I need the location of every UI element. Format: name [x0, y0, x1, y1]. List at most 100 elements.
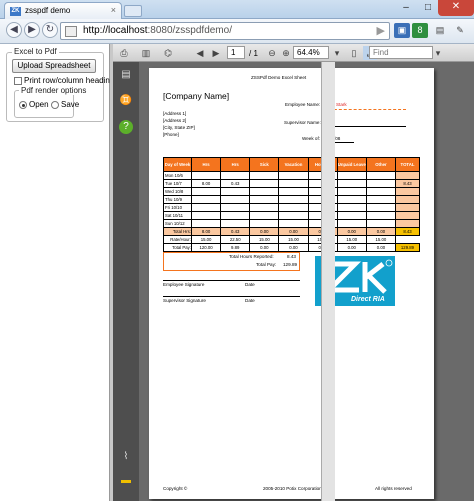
- next-page-icon[interactable]: ▶: [209, 46, 223, 60]
- pages-icon[interactable]: ▤: [119, 68, 133, 82]
- go-arrow-icon[interactable]: ▶: [377, 24, 385, 37]
- doc-title: ZSSPdf Demo Excel Sheet: [251, 75, 307, 80]
- col-header: TOTAL: [395, 157, 420, 172]
- pdf-viewer[interactable]: ZSSPdf Demo Excel Sheet [Company Name] […: [139, 62, 474, 501]
- logo-text: Direct RIA: [351, 296, 385, 303]
- total-pay-cell: 0.00: [365, 243, 397, 252]
- rate-row: Rate/Hour: 15.00 22.50 15.00 15.00 15.00…: [163, 235, 420, 244]
- total-hrs-cell: 0.00: [336, 227, 367, 236]
- help-icon[interactable]: ?: [119, 120, 133, 134]
- hours-cell: [336, 219, 367, 228]
- total-pay-grand: 129.89: [395, 243, 420, 252]
- hours-cell: [365, 203, 397, 212]
- supervisor-sign-line: [163, 296, 300, 297]
- hours-cell: [278, 195, 309, 204]
- summary-pay-label: Total Pay:: [256, 262, 277, 267]
- supervisor-date-label: Date: [245, 298, 255, 303]
- hours-cell: [220, 211, 251, 220]
- col-header: Sick: [249, 157, 280, 172]
- zoom-in-icon[interactable]: ⊕: [279, 46, 293, 60]
- open-radio[interactable]: [19, 101, 27, 109]
- window-close-button[interactable]: ✕: [438, 0, 474, 16]
- save-radio[interactable]: [51, 101, 59, 109]
- hours-cell: [220, 171, 251, 180]
- maximize-button[interactable]: □: [418, 1, 438, 15]
- hours-cell: [220, 219, 251, 228]
- col-header: Vacation: [278, 157, 309, 172]
- table-row: Wed 10/8: [163, 187, 420, 196]
- hours-cell: [336, 187, 367, 196]
- attach-icon[interactable]: ⌬: [161, 46, 175, 60]
- tab-close-icon[interactable]: ×: [111, 5, 116, 15]
- hours-cell: 0.43: [220, 179, 251, 188]
- rate-label: Rate/Hour:: [163, 235, 192, 244]
- hours-cell: [249, 171, 280, 180]
- hours-cell: [336, 195, 367, 204]
- options-panel: Excel to Pdf Upload Spreadsheet Print ro…: [0, 44, 118, 501]
- reload-button[interactable]: ↻: [42, 22, 58, 38]
- minimize-button[interactable]: –: [396, 1, 416, 15]
- table-row: Sun 10/12: [163, 219, 420, 228]
- rate-cell: 15.00: [278, 235, 309, 244]
- find-input[interactable]: Find: [369, 46, 433, 59]
- table-row: Thu 10/9: [163, 195, 420, 204]
- rate-cell: 22.50: [220, 235, 251, 244]
- hours-cell: [249, 187, 280, 196]
- footer-copyright: Copyright ©: [163, 486, 188, 491]
- save-icon[interactable]: ▥: [139, 46, 153, 60]
- browser-titlebar: ZK zsspdf demo × – □ ✕: [0, 0, 474, 19]
- hours-cell: [249, 203, 280, 212]
- wrench-icon[interactable]: ✎: [452, 23, 468, 38]
- total-pay-cell: 9.89: [220, 243, 251, 252]
- hours-cell: [249, 179, 280, 188]
- find-dropdown-icon[interactable]: ▾: [431, 46, 445, 60]
- hours-cell: [336, 211, 367, 220]
- viewer-scrollbar[interactable]: [321, 62, 335, 501]
- total-hrs-cell: 0.00: [365, 227, 397, 236]
- hours-cell: [365, 171, 397, 180]
- address-1: [Address 1]: [163, 111, 187, 116]
- fit-page-icon[interactable]: ▯: [347, 46, 361, 60]
- row-total: [395, 203, 420, 212]
- binoculars-icon[interactable]: ♊: [119, 94, 133, 108]
- day-label: Fri 10/10: [163, 203, 192, 212]
- page-number-input[interactable]: 1: [227, 46, 245, 59]
- page-menu-icon[interactable]: ▤: [432, 23, 448, 38]
- comments-icon[interactable]: ▬: [119, 474, 133, 488]
- total-pay-row: Total Pay: 120.00 9.89 0.00 0.00 0.00 0.…: [163, 243, 420, 252]
- rate-cell: 15.00: [190, 235, 222, 244]
- hours-cell: [278, 203, 309, 212]
- zoom-dropdown-icon[interactable]: ▾: [330, 46, 344, 60]
- col-header: Day of Week: [163, 157, 192, 172]
- table-row: Tue 10/7 8.00 0.43 8.43: [163, 179, 420, 188]
- extension-icon[interactable]: ▣: [394, 23, 410, 38]
- back-button[interactable]: ◀: [6, 22, 22, 38]
- hours-cell: [365, 211, 397, 220]
- url-path: :8080/zsspdfdemo/: [147, 25, 232, 36]
- total-hrs-row: Total Hrs: 8.00 0.43 0.00 0.00 0.00 0.00…: [163, 227, 420, 236]
- total-hrs-grand: 8.43: [395, 227, 420, 236]
- browser-tab[interactable]: ZK zsspdf demo ×: [4, 2, 122, 19]
- total-pay-cell: 0.00: [249, 243, 280, 252]
- print-icon[interactable]: ⎙: [117, 46, 131, 60]
- print-headings-label: Print row/column headings: [24, 76, 119, 85]
- new-tab-button[interactable]: [124, 5, 142, 17]
- address-bar[interactable]: http://localhost:8080/zsspdfdemo/ ▶: [60, 22, 390, 40]
- day-label: Sat 10/11: [163, 211, 192, 220]
- zoom-input[interactable]: 64.4%: [293, 46, 329, 59]
- paperclip-icon[interactable]: ⌇: [119, 450, 133, 464]
- forward-button[interactable]: ▶: [24, 22, 40, 38]
- print-headings-checkbox[interactable]: [14, 77, 22, 85]
- previous-page-icon[interactable]: ◀: [193, 46, 207, 60]
- extension-badge-icon[interactable]: 8: [412, 23, 428, 38]
- hours-cell: [278, 171, 309, 180]
- hours-cell: [249, 211, 280, 220]
- hours-cell: [190, 171, 222, 180]
- upload-spreadsheet-button[interactable]: Upload Spreadsheet: [12, 59, 96, 73]
- col-header: Hrs: [220, 157, 251, 172]
- summary-pay-value: 129.89: [283, 262, 298, 267]
- city-state-zip: [City, State ZIP]: [163, 125, 195, 130]
- zoom-out-icon[interactable]: ⊖: [265, 46, 279, 60]
- rate-cell: 15.00: [249, 235, 280, 244]
- total-pay-label: Total Pay:: [163, 243, 192, 252]
